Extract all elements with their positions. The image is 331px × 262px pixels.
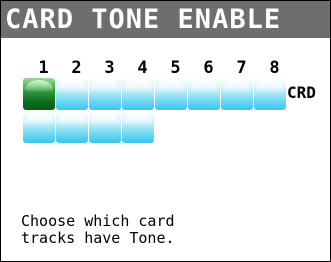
help-message-line-1: Choose which card (21, 212, 175, 230)
track-toggle-7[interactable] (221, 78, 253, 110)
track-toggle-4[interactable] (122, 78, 154, 110)
track-toggle-10[interactable] (56, 111, 88, 143)
track-toggle-12[interactable] (122, 111, 154, 143)
track-toggle-1[interactable] (23, 78, 55, 110)
page-title: CARD TONE ENABLE (5, 4, 282, 35)
track-number-5: 5 (170, 58, 181, 78)
track-toggle-9[interactable] (23, 111, 55, 143)
track-number-6: 6 (203, 58, 214, 78)
track-number-header: 1 2 3 4 5 6 7 8 (27, 58, 291, 78)
card-tone-enable-screen: CARD TONE ENABLE 1 2 3 4 5 6 7 8 CRD Cho… (0, 0, 331, 262)
track-toggle-11[interactable] (89, 111, 121, 143)
track-toggle-5[interactable] (155, 78, 187, 110)
track-number-7: 7 (236, 58, 247, 78)
help-message-line-2: tracks have Tone. (21, 229, 175, 247)
track-toggle-2[interactable] (56, 78, 88, 110)
track-toggle-8[interactable] (254, 78, 286, 110)
track-number-2: 2 (71, 58, 82, 78)
track-number-3: 3 (104, 58, 115, 78)
title-bar: CARD TONE ENABLE (1, 1, 330, 38)
track-number-8: 8 (269, 58, 280, 78)
track-toggle-3[interactable] (89, 78, 121, 110)
track-toggle-6[interactable] (188, 78, 220, 110)
help-message: Choose which card tracks have Tone. (21, 213, 321, 247)
card-row-label: CRD (287, 83, 316, 102)
track-number-4: 4 (137, 58, 148, 78)
track-number-1: 1 (38, 58, 49, 78)
